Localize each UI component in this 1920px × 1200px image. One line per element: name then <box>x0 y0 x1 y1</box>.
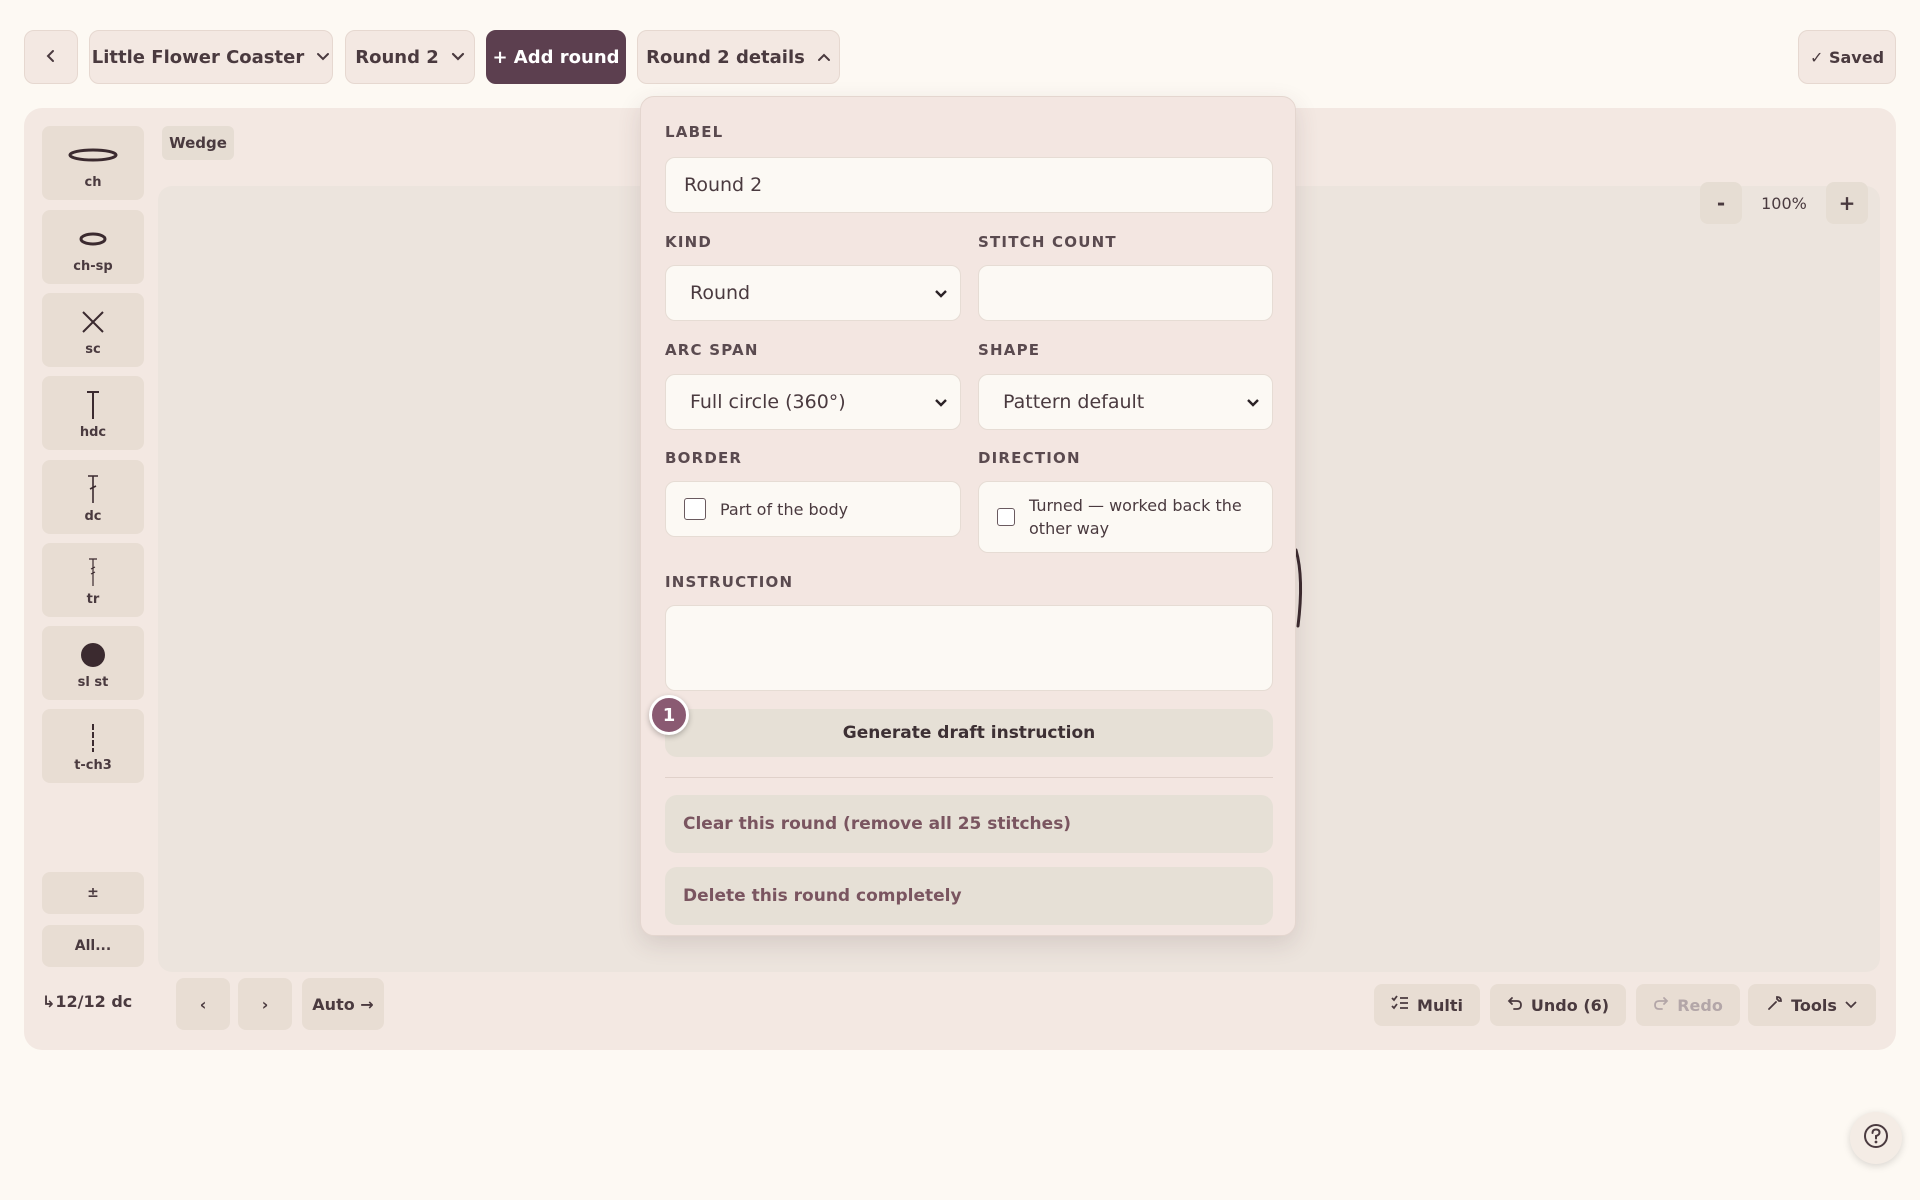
stitch-tool-t-ch3[interactable]: t-ch3 <box>42 709 144 783</box>
stitch-tool-ch[interactable]: ch <box>42 126 144 200</box>
arc-span-heading: ARC SPAN <box>665 341 759 359</box>
round-details-toggle[interactable]: Round 2 details <box>637 30 840 84</box>
wedge-tag: Wedge <box>162 126 234 160</box>
instruction-heading: INSTRUCTION <box>665 573 794 591</box>
arc-span-value: Full circle (360°) <box>690 391 846 413</box>
stitch-tool-dc[interactable]: dc <box>42 460 144 534</box>
stitch-progress-status: ↳12/12 dc <box>42 992 133 1011</box>
border-heading: BORDER <box>665 449 743 467</box>
stitch-tool-label: dc <box>84 508 102 524</box>
add-round-button[interactable]: + Add round <box>486 30 626 84</box>
pattern-select-button[interactable]: Little Flower Coaster <box>89 30 333 84</box>
stitch-tool-label: tr <box>86 591 100 607</box>
x-cross-icon <box>80 304 106 340</box>
chevron-down-icon <box>934 282 948 304</box>
increase-decrease-button[interactable]: ± <box>42 872 144 914</box>
clear-round-button[interactable]: Clear this round (remove all 25 stitches… <box>665 795 1273 853</box>
chevron-down-icon <box>451 52 465 62</box>
redo-button[interactable]: Redo <box>1636 984 1740 1026</box>
stitch-tool-sl-st[interactable]: sl st <box>42 626 144 700</box>
stitch-count-input[interactable] <box>978 265 1273 321</box>
tools-label: Tools <box>1791 995 1837 1015</box>
chevron-down-icon <box>1246 391 1260 413</box>
direction-checkbox-field[interactable]: Turned — worked back the other way <box>978 481 1273 553</box>
kind-select-value: Round <box>690 282 751 304</box>
stitch-tool-label: sc <box>85 341 101 357</box>
auto-advance-button[interactable]: Auto → <box>302 978 384 1030</box>
zoom-level: 100% <box>1761 193 1807 213</box>
direction-checkbox[interactable] <box>997 508 1015 526</box>
prev-stitch-button[interactable]: ‹ <box>176 978 230 1030</box>
border-checkbox-label: Part of the body <box>720 499 849 519</box>
round-select-value: Round 2 <box>355 46 439 68</box>
redo-label: Redo <box>1677 995 1723 1015</box>
chain-oval-icon <box>67 137 119 173</box>
multi-label: Multi <box>1417 995 1463 1015</box>
kind-heading: KIND <box>665 233 713 251</box>
help-button[interactable] <box>1850 1112 1902 1164</box>
stitch-tool-label: ch-sp <box>73 258 113 274</box>
direction-heading: DIRECTION <box>978 449 1081 467</box>
turning-chain-icon <box>88 720 98 756</box>
stitch-tool-label: ch <box>84 174 102 190</box>
border-checkbox-field[interactable]: Part of the body <box>665 481 961 537</box>
tools-menu-button[interactable]: Tools <box>1748 984 1876 1026</box>
stitch-count-heading: STITCH COUNT <box>978 233 1117 251</box>
stitch-tool-sc[interactable]: sc <box>42 293 144 367</box>
instruction-textarea[interactable] <box>665 605 1273 691</box>
round-label-input[interactable]: Round 2 <box>665 157 1273 213</box>
t-two-cross-icon <box>83 554 103 590</box>
chevron-up-icon <box>817 52 831 62</box>
stitch-tool-hdc[interactable]: hdc <box>42 376 144 450</box>
chevron-down-icon <box>316 52 330 62</box>
delete-round-button[interactable]: Delete this round completely <box>665 867 1273 925</box>
shape-heading: SHAPE <box>978 341 1041 359</box>
saved-status-badge: ✓ Saved <box>1798 30 1896 84</box>
kind-select[interactable]: Round <box>665 265 961 321</box>
checklist-icon <box>1391 995 1409 1015</box>
border-checkbox[interactable] <box>684 498 706 520</box>
redo-icon <box>1653 995 1669 1015</box>
direction-checkbox-label: Turned — worked back the other way <box>1029 495 1242 538</box>
stitch-tool-ch-sp[interactable]: ch-sp <box>42 210 144 284</box>
stitch-tool-label: hdc <box>79 424 107 440</box>
panel-divider <box>665 777 1273 778</box>
stitch-tool-label: sl st <box>77 674 109 690</box>
round-label-value: Round 2 <box>684 174 763 196</box>
generate-instruction-button[interactable]: Generate draft instruction <box>665 709 1273 757</box>
multi-select-button[interactable]: Multi <box>1374 984 1480 1026</box>
label-heading: LABEL <box>665 123 724 141</box>
step-number-badge: 1 <box>649 695 689 735</box>
chain-space-icon <box>78 221 108 257</box>
back-button[interactable] <box>24 30 78 84</box>
round-details-panel: LABEL Round 2 KIND Round STITCH COUNT AR… <box>640 96 1296 936</box>
next-stitch-button[interactable]: › <box>238 978 292 1030</box>
t-one-cross-icon <box>83 471 103 507</box>
help-circle-icon <box>1862 1122 1890 1154</box>
shape-value: Pattern default <box>1003 391 1145 413</box>
chevron-left-icon <box>44 47 58 68</box>
chevron-down-icon <box>1845 1001 1857 1009</box>
zoom-out-button[interactable]: - <box>1700 182 1742 224</box>
undo-label: Undo (6) <box>1530 995 1610 1015</box>
t-bar-icon <box>83 387 103 423</box>
undo-button[interactable]: Undo (6) <box>1490 984 1626 1026</box>
all-stitches-button[interactable]: All... <box>42 925 144 967</box>
round-select[interactable]: Round 2 <box>345 30 475 84</box>
wrench-icon <box>1767 995 1783 1015</box>
stitch-tool-label: t-ch3 <box>74 757 112 773</box>
arc-span-select[interactable]: Full circle (360°) <box>665 374 961 430</box>
round-details-label: Round 2 details <box>646 46 805 68</box>
pattern-name: Little Flower Coaster <box>91 46 305 68</box>
shape-select[interactable]: Pattern default <box>978 374 1273 430</box>
stitch-tool-tr[interactable]: tr <box>42 543 144 617</box>
round-arc-stroke <box>1294 548 1303 628</box>
zoom-controls: - 100% + <box>1700 182 1868 224</box>
chevron-down-icon <box>934 391 948 413</box>
undo-icon <box>1507 995 1523 1015</box>
zoom-in-button[interactable]: + <box>1826 182 1868 224</box>
filled-dot-icon <box>80 637 106 673</box>
